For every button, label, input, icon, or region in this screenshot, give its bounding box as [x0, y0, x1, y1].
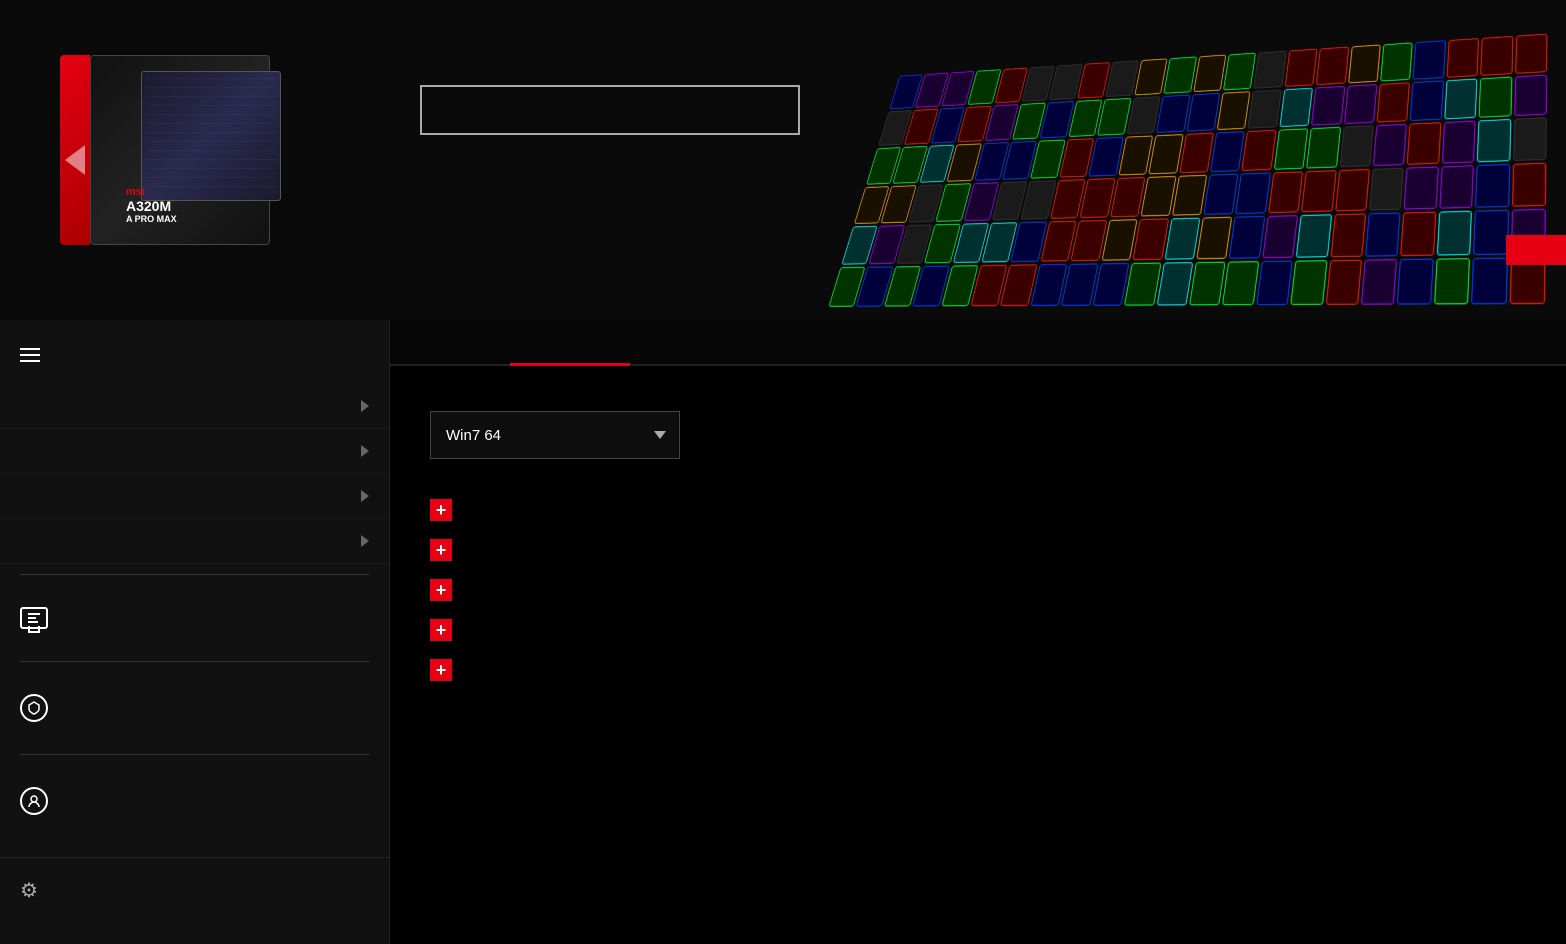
specifications-icon [20, 607, 48, 629]
expand-icon: + [430, 579, 452, 601]
hero-content [420, 60, 800, 135]
driver-content: Win7 64 Win10 64 Win8.1 64 Win7 32 + + + [390, 366, 1566, 711]
sidebar-specifications[interactable] [0, 585, 389, 651]
warranty-icon [20, 694, 48, 722]
driver-item-1[interactable]: + [430, 539, 1526, 561]
driver-item-3[interactable]: + [430, 619, 1526, 641]
os-select[interactable]: Win7 64 Win10 64 Win8.1 64 Win7 32 [430, 411, 680, 459]
prev-arrow[interactable] [65, 145, 85, 175]
chevron-right-icon [361, 400, 369, 412]
settings-icon[interactable]: ⚙ [20, 878, 46, 904]
product-image: msi A320M A PRO MAX [60, 50, 340, 270]
sidebar-divider-2 [20, 661, 369, 662]
sidebar-item-download[interactable] [0, 384, 389, 429]
keyboard-background: const colors = ['','key-r','key-g','key-… [808, 15, 1566, 320]
sidebar-item-ask-question[interactable] [0, 474, 389, 519]
sidebar-warranty[interactable] [0, 672, 389, 744]
sidebar-divider-3 [20, 754, 369, 755]
expand-icon: + [430, 619, 452, 641]
sidebar: ⚙ [0, 320, 390, 944]
hero-section: const colors = ['','key-r','key-g','key-… [0, 0, 1566, 320]
expand-icon: + [430, 499, 452, 521]
chevron-right-icon [361, 490, 369, 502]
tab-bios[interactable] [390, 320, 510, 364]
tabs-bar [390, 320, 1566, 366]
driver-list: + + + + + [430, 499, 1526, 681]
contact-icon [20, 787, 48, 815]
sidebar-divider [20, 574, 369, 575]
hamburger-icon [20, 348, 40, 362]
find-product-input[interactable] [420, 85, 800, 135]
driver-item-0[interactable]: + [430, 499, 1526, 521]
sidebar-item-faq[interactable] [0, 429, 389, 474]
main-layout: ⚙ Win7 64 Win10 64 Win8.1 64 Win7 32 [0, 320, 1566, 944]
chevron-right-icon [361, 445, 369, 457]
sidebar-item-compatibility[interactable] [0, 519, 389, 564]
register-now-button[interactable] [1506, 235, 1566, 265]
tab-manual[interactable] [630, 320, 750, 364]
os-select-wrapper: Win7 64 Win10 64 Win8.1 64 Win7 32 [430, 411, 680, 459]
tab-emi[interactable] [870, 320, 990, 364]
sidebar-products-service[interactable] [0, 320, 389, 384]
content-area: Win7 64 Win10 64 Win8.1 64 Win7 32 + + + [390, 320, 1566, 944]
sidebar-contact[interactable] [0, 765, 389, 837]
tab-utility[interactable] [750, 320, 870, 364]
tab-driver[interactable] [510, 320, 630, 364]
driver-item-4[interactable]: + [430, 659, 1526, 681]
driver-item-2[interactable]: + [430, 579, 1526, 601]
chevron-right-icon [361, 535, 369, 547]
expand-icon: + [430, 539, 452, 561]
expand-icon: + [430, 659, 452, 681]
